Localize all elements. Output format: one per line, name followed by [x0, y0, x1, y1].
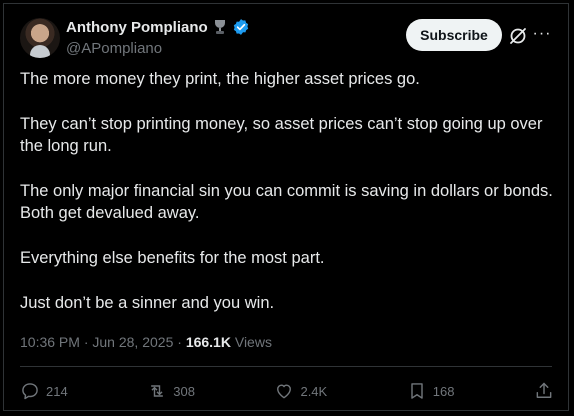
- tweet-paragraph: The only major financial sin you can com…: [20, 182, 553, 222]
- author-handle[interactable]: @APompliano: [66, 40, 162, 57]
- reply-button[interactable]: 214: [20, 381, 68, 401]
- meta-separator: ·: [79, 334, 93, 350]
- share-icon: [536, 382, 552, 398]
- repost-icon: [151, 385, 164, 397]
- verified-badge-icon: [233, 19, 248, 35]
- like-button[interactable]: 2.4K: [274, 381, 327, 401]
- views-count: 166.1K: [185, 334, 231, 350]
- author-display-name[interactable]: Anthony Pompliano: [66, 19, 208, 36]
- action-bar: 214 308 2.4K 168: [20, 378, 554, 404]
- meta-separator: ·: [173, 334, 186, 350]
- tweet-paragraph: The more money they print, the higher as…: [20, 70, 420, 88]
- avatar[interactable]: [20, 18, 60, 58]
- like-icon: [277, 384, 292, 399]
- tweet-paragraph: Just don’t be a sinner and you win.: [20, 294, 275, 312]
- tweet-time[interactable]: 10:36 PM: [20, 334, 80, 350]
- tweet-date[interactable]: Jun 28, 2025: [92, 334, 173, 350]
- reply-count: 214: [46, 383, 68, 399]
- author-name-row: Anthony Pompliano: [66, 18, 250, 36]
- tweet-text: The more money they print, the higher as…: [20, 68, 560, 337]
- repost-button[interactable]: 308: [147, 381, 195, 401]
- tweet-paragraph: They can’t stop printing money, so asset…: [20, 115, 543, 155]
- tweet-paragraph: Everything else benefits for the most pa…: [20, 249, 325, 267]
- reply-icon: [22, 383, 38, 400]
- bookmark-count: 168: [432, 383, 455, 399]
- trophy-icon: [214, 20, 225, 34]
- tweet-meta: 10:36 PM · Jun 28, 2025 · 166.1K Views: [20, 334, 272, 350]
- more-options-icon[interactable]: ···: [532, 24, 552, 44]
- share-button[interactable]: [534, 381, 554, 401]
- grok-icon[interactable]: [508, 26, 528, 46]
- divider: [20, 366, 552, 367]
- bookmark-button[interactable]: 168: [407, 381, 455, 401]
- views-label: Views: [234, 334, 272, 350]
- like-count: 2.4K: [300, 383, 328, 399]
- repost-count: 308: [173, 383, 195, 399]
- bookmark-icon: [411, 383, 423, 399]
- tweet-card: Anthony Pompliano @APompliano Subscribe …: [3, 3, 569, 411]
- subscribe-button[interactable]: Subscribe: [406, 19, 502, 51]
